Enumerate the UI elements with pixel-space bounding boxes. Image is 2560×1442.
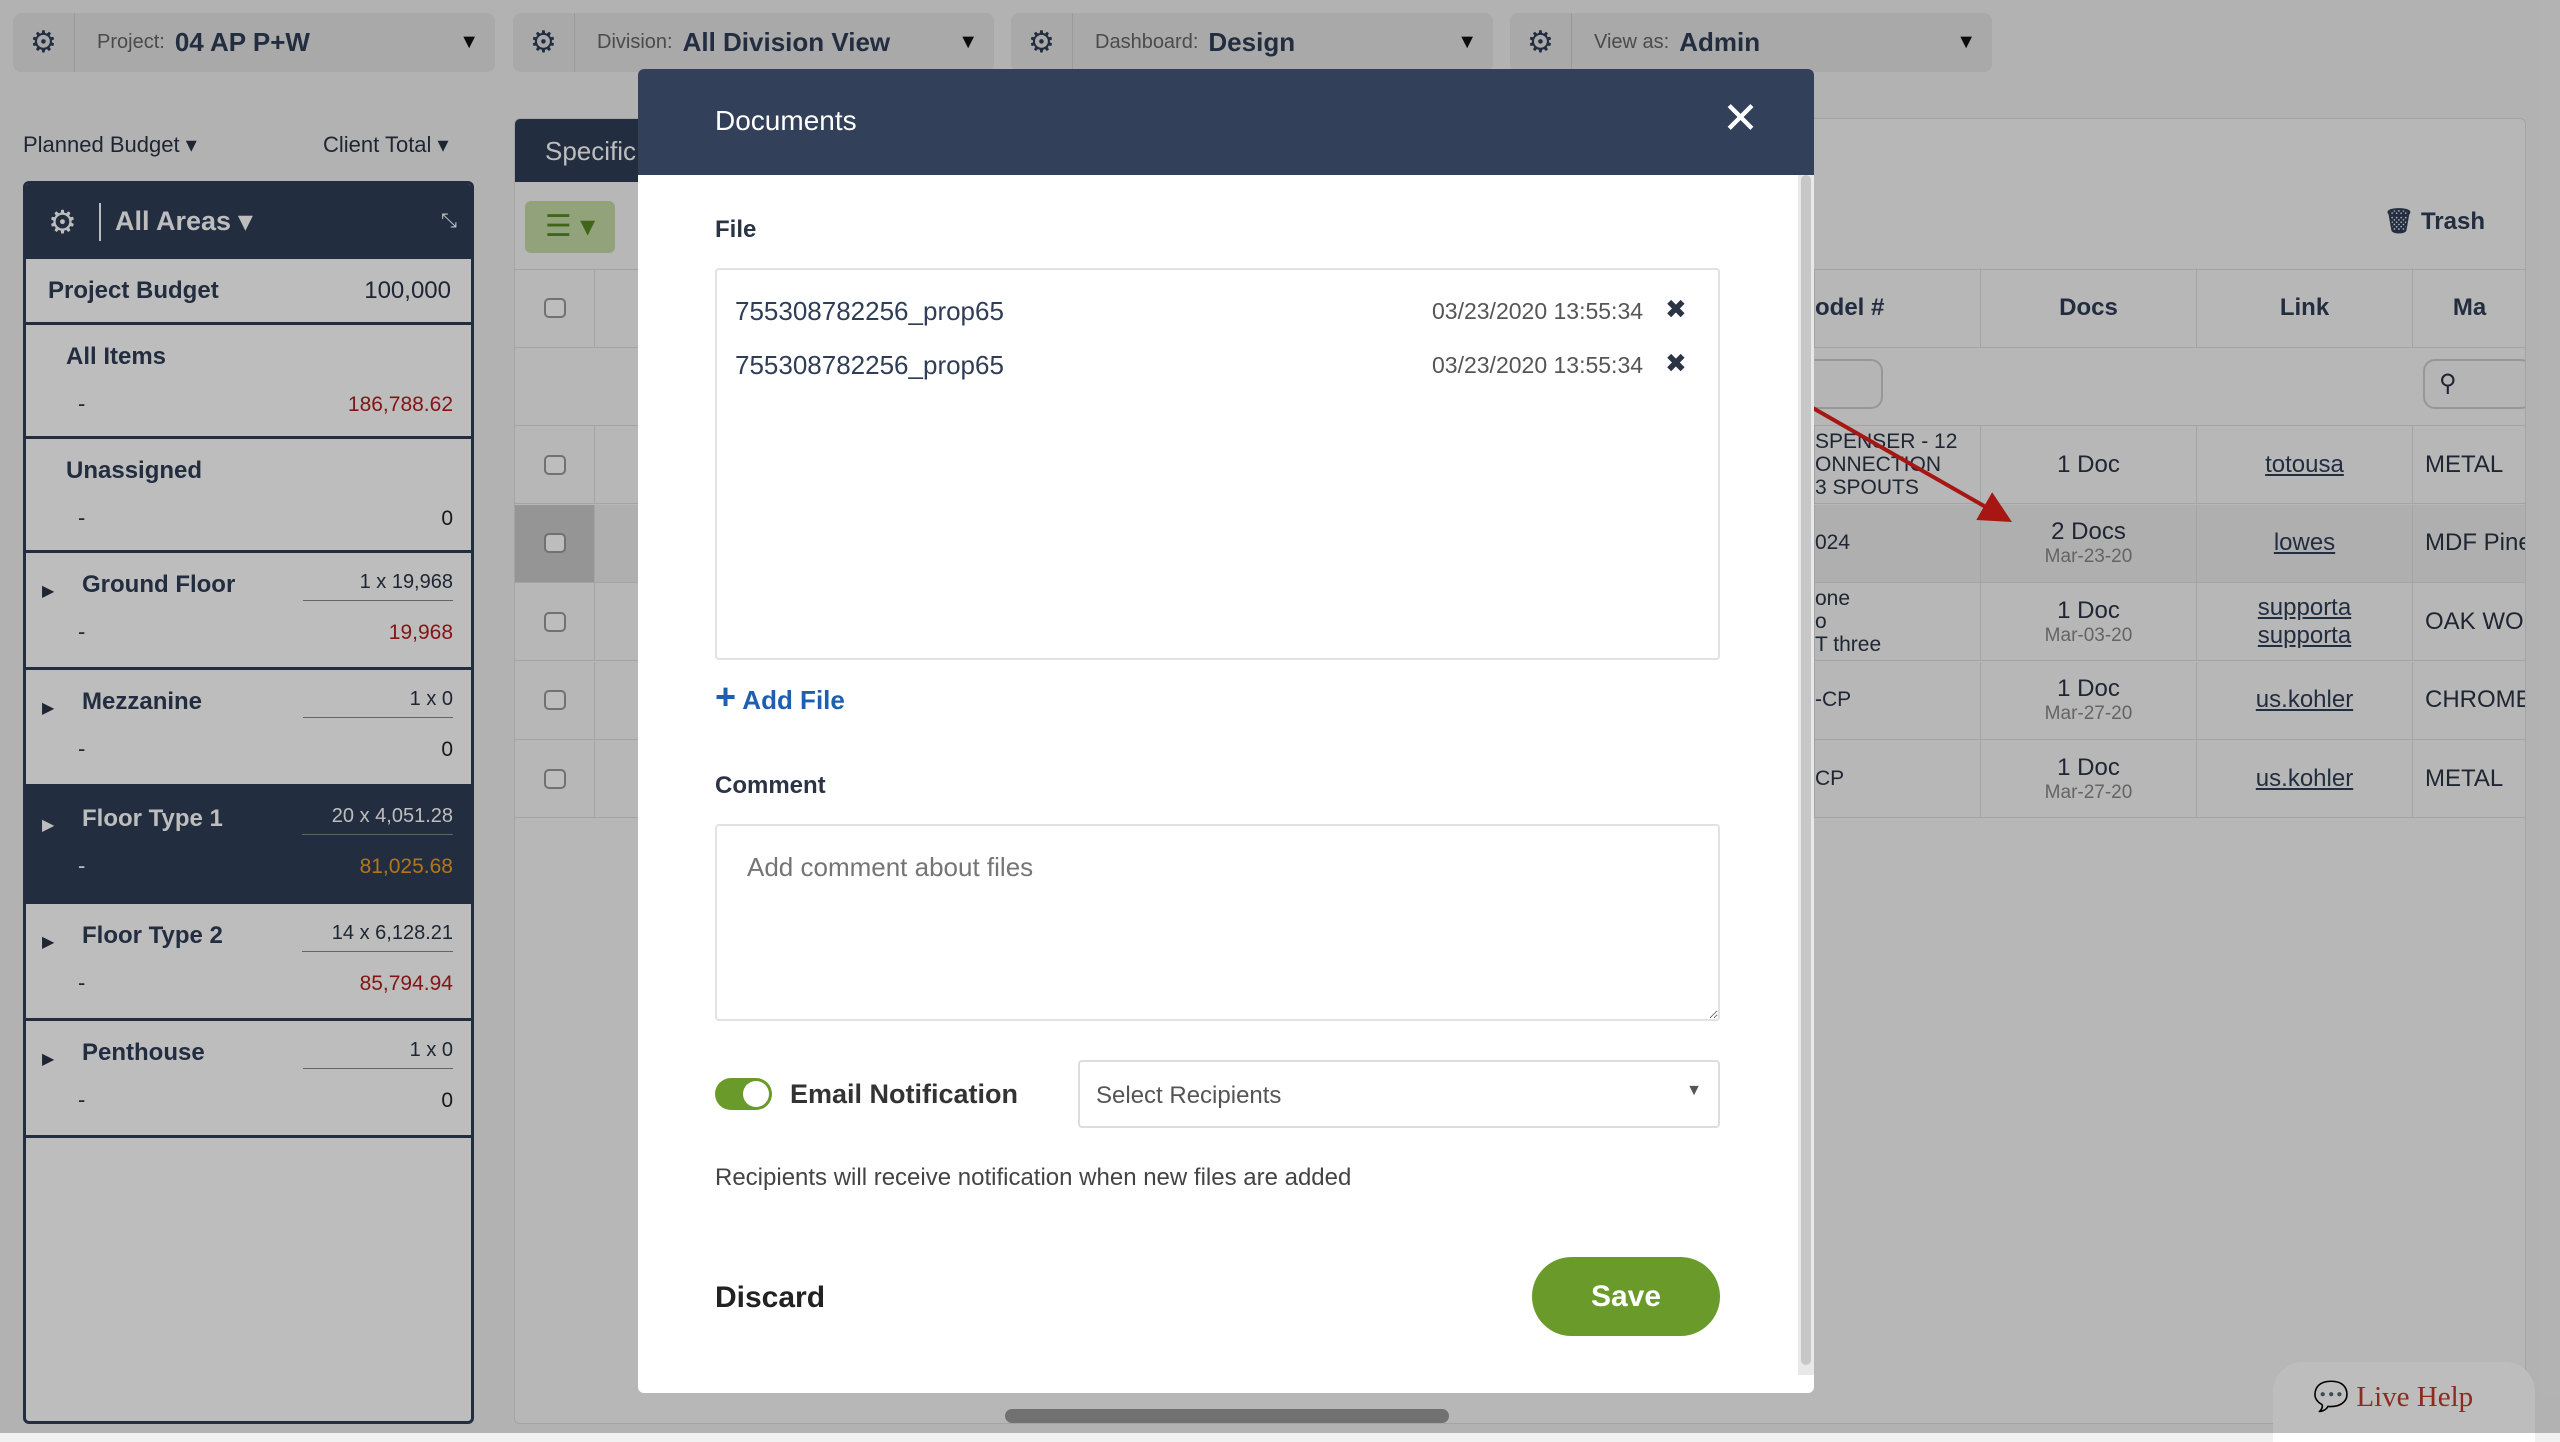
file-name[interactable]: 755308782256_prop65 xyxy=(735,350,1004,381)
caret-down-icon: ▼ xyxy=(1686,1082,1702,1099)
remove-file-icon[interactable]: ✖ xyxy=(1665,294,1687,325)
modal-header: Documents ✕ xyxy=(638,69,1814,175)
close-icon[interactable]: ✕ xyxy=(1722,93,1759,144)
documents-modal: Documents ✕ File 755308782256_prop65 03/… xyxy=(638,69,1814,1393)
select-recipients-dropdown[interactable]: Select Recipients ▼ xyxy=(1078,1060,1720,1128)
modal-title: Documents xyxy=(715,105,857,136)
modal-scrollbar[interactable] xyxy=(1798,175,1814,1375)
remove-file-icon[interactable]: ✖ xyxy=(1665,348,1687,379)
email-notification-toggle[interactable] xyxy=(715,1078,772,1110)
file-list: 755308782256_prop65 03/23/2020 13:55:34 … xyxy=(715,268,1720,660)
comment-textarea[interactable] xyxy=(715,824,1720,1021)
discard-button[interactable]: Discard xyxy=(715,1281,825,1315)
file-name[interactable]: 755308782256_prop65 xyxy=(735,296,1004,327)
add-file-button[interactable]: + Add File xyxy=(715,676,845,718)
plus-icon: + xyxy=(715,676,737,717)
save-button[interactable]: Save xyxy=(1532,1257,1720,1336)
